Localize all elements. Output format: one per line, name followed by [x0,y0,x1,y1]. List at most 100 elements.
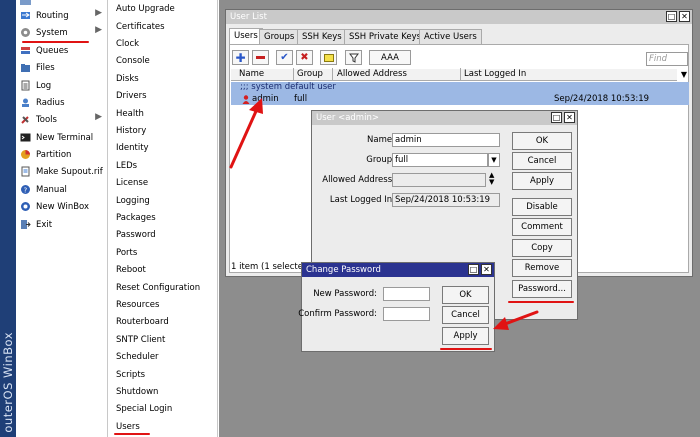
dropdown-arrow-icon[interactable]: ▼ [488,153,500,167]
menu-item-tools[interactable]: Tools ▶ [16,111,108,128]
maximize-icon[interactable]: □ [551,112,562,123]
remove-button[interactable] [252,50,269,65]
copy-button[interactable]: Copy [512,239,572,257]
tab-ssh-private-keys[interactable]: SSH Private Keys [344,29,427,44]
submenu-item-reboot[interactable]: Reboot [116,262,146,279]
submenu-item-certificates[interactable]: Certificates [116,19,165,36]
apply-button[interactable]: Apply [442,327,489,345]
add-button[interactable]: ✚ [232,50,249,65]
menu-label: Tools [36,114,57,125]
submenu-item-resources[interactable]: Resources [116,297,159,314]
disable-button[interactable]: Disable [512,198,572,216]
menu-item-system[interactable]: System ▶ [16,24,108,41]
close-icon[interactable]: ✕ [679,11,690,22]
menu-item-exit[interactable]: Exit [16,216,108,233]
users-highlight-underline [114,433,150,435]
status-bar-text: 1 item (1 selected) [231,262,312,272]
submenu-item-license[interactable]: License [116,175,148,192]
terminal-icon [20,132,31,143]
user-dialog-titlebar[interactable]: User <admin> □ ✕ [312,111,577,125]
apply-button[interactable]: Apply [512,172,572,190]
find-input[interactable]: Find [646,52,688,66]
close-icon[interactable]: ✕ [481,264,492,275]
chevron-right-icon: ▶ [95,8,102,18]
menu-item-manual[interactable]: ? Manual [16,181,108,198]
tab-ssh-keys[interactable]: SSH Keys [297,29,347,44]
name-field[interactable]: admin [392,133,500,147]
submenu-item-scripts[interactable]: Scripts [116,367,145,384]
submenu-item-reset-configuration[interactable]: Reset Configuration [116,280,200,297]
menu-item-queues[interactable]: Queues [16,42,108,59]
menu-item-log[interactable]: Log [16,77,108,94]
submenu-item-logging[interactable]: Logging [116,193,150,210]
menu-item-partition[interactable]: Partition [16,146,108,163]
maximize-icon[interactable]: □ [666,11,677,22]
submenu-item-shutdown[interactable]: Shutdown [116,384,158,401]
cell-group: full [294,94,308,104]
chevron-right-icon: ▶ [95,25,102,35]
comment-button[interactable] [320,50,337,65]
filter-button[interactable] [345,50,362,65]
change-password-titlebar[interactable]: Change Password □ ✕ [302,263,494,277]
menu-item-new-winbox[interactable]: New WinBox [16,198,108,215]
name-label: Name: [367,135,395,145]
tab-users[interactable]: Users [229,28,263,44]
submenu-item-sntp-client[interactable]: SNTP Client [116,332,165,349]
submenu-item-special-login[interactable]: Special Login [116,401,172,418]
menu-item-new-terminal[interactable]: New Terminal [16,129,108,146]
submenu-item-history[interactable]: History [116,123,146,140]
submenu-item-routerboard[interactable]: Routerboard [116,314,169,331]
password-button[interactable]: Password... [512,280,572,298]
submenu-item-password[interactable]: Password [116,227,156,244]
submenu-item-scheduler[interactable]: Scheduler [116,349,159,366]
submenu-item-clock[interactable]: Clock [116,36,139,53]
winbox-brand-strip: outerOS WinBox [0,0,16,437]
column-header-allowed-address[interactable]: Allowed Address [337,69,407,79]
menu-item-routing[interactable]: Routing ▶ [16,7,108,24]
menu-item-files[interactable]: Files [16,59,108,76]
table-row[interactable]: ;;; system default user admin full Sep/2… [231,82,689,105]
tab-groups[interactable]: Groups [259,29,300,44]
remove-button[interactable]: Remove [512,259,572,277]
tab-active-users[interactable]: Active Users [419,29,482,44]
maximize-icon[interactable]: □ [468,264,479,275]
cancel-button[interactable]: Cancel [512,152,572,170]
submenu-item-auto-upgrade[interactable]: Auto Upgrade [116,1,175,18]
gear-icon [20,27,31,38]
ok-button[interactable]: OK [442,286,489,304]
close-icon[interactable]: ✕ [564,112,575,123]
submenu-item-drivers[interactable]: Drivers [116,88,147,105]
submenu-item-ports[interactable]: Ports [116,245,137,262]
column-header-name[interactable]: Name [239,69,264,79]
menu-label: Exit [36,219,53,230]
column-menu-dropdown-icon[interactable]: ▼ [679,69,689,81]
routing-icon [20,10,31,21]
minus-icon [256,56,265,59]
allowed-address-field[interactable] [392,173,486,187]
submenu-item-health[interactable]: Health [116,106,144,123]
confirm-password-field[interactable] [383,307,430,321]
user-list-titlebar[interactable]: User List □ ✕ [226,10,692,24]
submenu-item-console[interactable]: Console [116,53,150,70]
enable-button[interactable]: ✔ [276,50,293,65]
column-header-group[interactable]: Group [297,69,323,79]
svg-text:?: ? [24,187,28,195]
submenu-item-disks[interactable]: Disks [116,71,139,88]
cancel-button[interactable]: Cancel [442,306,489,324]
disable-button[interactable]: ✖ [296,50,313,65]
new-password-field[interactable] [383,287,430,301]
check-icon: ✔ [280,52,289,63]
ok-button[interactable]: OK [512,132,572,150]
submenu-item-leds[interactable]: LEDs [116,158,137,175]
submenu-item-identity[interactable]: Identity [116,140,149,157]
comment-button[interactable]: Comment [512,218,572,236]
menu-item-make-supout[interactable]: Make Supout.rif [16,163,108,180]
aaa-button[interactable]: AAA [369,50,411,65]
menu-label: Partition [36,149,72,160]
expand-collapse-icon[interactable]: ▲ ▼ [489,172,494,186]
group-select[interactable]: full [392,153,488,167]
log-icon [20,80,31,91]
column-header-last-logged-in[interactable]: Last Logged In [464,69,526,79]
submenu-item-packages[interactable]: Packages [116,210,156,227]
menu-item-radius[interactable]: Radius [16,94,108,111]
